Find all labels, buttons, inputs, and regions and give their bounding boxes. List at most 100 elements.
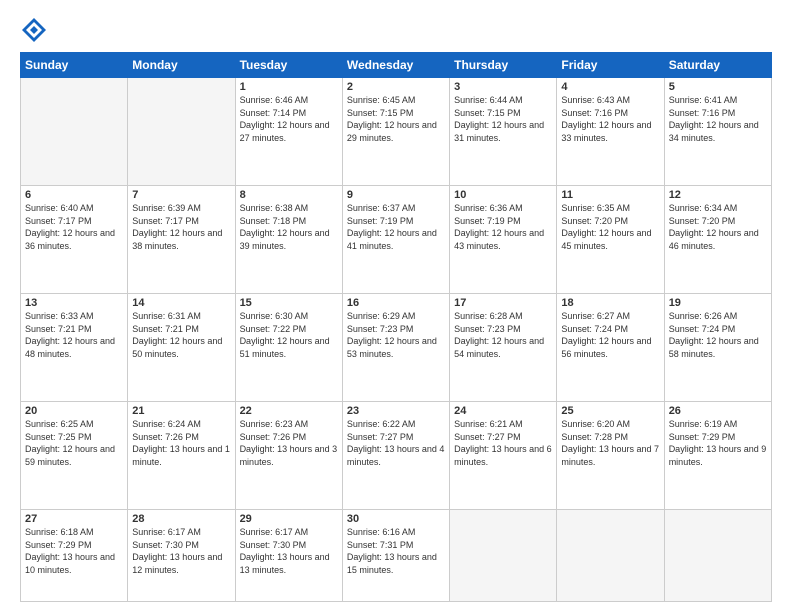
day-cell: 12Sunrise: 6:34 AM Sunset: 7:20 PM Dayli… bbox=[664, 185, 771, 293]
day-info: Sunrise: 6:22 AM Sunset: 7:27 PM Dayligh… bbox=[347, 418, 445, 468]
day-cell: 21Sunrise: 6:24 AM Sunset: 7:26 PM Dayli… bbox=[128, 401, 235, 509]
day-number: 23 bbox=[347, 405, 445, 417]
day-number: 5 bbox=[669, 81, 767, 93]
day-cell: 3Sunrise: 6:44 AM Sunset: 7:15 PM Daylig… bbox=[450, 78, 557, 186]
day-number: 28 bbox=[132, 513, 230, 525]
day-info: Sunrise: 6:34 AM Sunset: 7:20 PM Dayligh… bbox=[669, 202, 767, 252]
day-cell: 13Sunrise: 6:33 AM Sunset: 7:21 PM Dayli… bbox=[21, 293, 128, 401]
day-info: Sunrise: 6:29 AM Sunset: 7:23 PM Dayligh… bbox=[347, 310, 445, 360]
day-cell: 11Sunrise: 6:35 AM Sunset: 7:20 PM Dayli… bbox=[557, 185, 664, 293]
day-number: 16 bbox=[347, 297, 445, 309]
page: SundayMondayTuesdayWednesdayThursdayFrid… bbox=[0, 0, 792, 612]
day-cell: 30Sunrise: 6:16 AM Sunset: 7:31 PM Dayli… bbox=[342, 509, 449, 601]
day-cell: 27Sunrise: 6:18 AM Sunset: 7:29 PM Dayli… bbox=[21, 509, 128, 601]
week-row-2: 6Sunrise: 6:40 AM Sunset: 7:17 PM Daylig… bbox=[21, 185, 772, 293]
day-info: Sunrise: 6:44 AM Sunset: 7:15 PM Dayligh… bbox=[454, 94, 552, 144]
day-cell bbox=[128, 78, 235, 186]
day-number: 14 bbox=[132, 297, 230, 309]
day-cell: 28Sunrise: 6:17 AM Sunset: 7:30 PM Dayli… bbox=[128, 509, 235, 601]
day-cell: 8Sunrise: 6:38 AM Sunset: 7:18 PM Daylig… bbox=[235, 185, 342, 293]
day-number: 8 bbox=[240, 189, 338, 201]
day-info: Sunrise: 6:25 AM Sunset: 7:25 PM Dayligh… bbox=[25, 418, 123, 468]
day-info: Sunrise: 6:30 AM Sunset: 7:22 PM Dayligh… bbox=[240, 310, 338, 360]
day-cell: 15Sunrise: 6:30 AM Sunset: 7:22 PM Dayli… bbox=[235, 293, 342, 401]
day-cell: 6Sunrise: 6:40 AM Sunset: 7:17 PM Daylig… bbox=[21, 185, 128, 293]
day-info: Sunrise: 6:31 AM Sunset: 7:21 PM Dayligh… bbox=[132, 310, 230, 360]
header-row: SundayMondayTuesdayWednesdayThursdayFrid… bbox=[21, 53, 772, 78]
week-row-4: 20Sunrise: 6:25 AM Sunset: 7:25 PM Dayli… bbox=[21, 401, 772, 509]
day-cell bbox=[21, 78, 128, 186]
day-cell: 2Sunrise: 6:45 AM Sunset: 7:15 PM Daylig… bbox=[342, 78, 449, 186]
day-cell: 5Sunrise: 6:41 AM Sunset: 7:16 PM Daylig… bbox=[664, 78, 771, 186]
day-cell: 29Sunrise: 6:17 AM Sunset: 7:30 PM Dayli… bbox=[235, 509, 342, 601]
day-info: Sunrise: 6:23 AM Sunset: 7:26 PM Dayligh… bbox=[240, 418, 338, 468]
day-info: Sunrise: 6:43 AM Sunset: 7:16 PM Dayligh… bbox=[561, 94, 659, 144]
day-info: Sunrise: 6:21 AM Sunset: 7:27 PM Dayligh… bbox=[454, 418, 552, 468]
week-row-1: 1Sunrise: 6:46 AM Sunset: 7:14 PM Daylig… bbox=[21, 78, 772, 186]
day-info: Sunrise: 6:40 AM Sunset: 7:17 PM Dayligh… bbox=[25, 202, 123, 252]
col-header-monday: Monday bbox=[128, 53, 235, 78]
logo bbox=[20, 16, 52, 44]
day-number: 18 bbox=[561, 297, 659, 309]
day-cell: 25Sunrise: 6:20 AM Sunset: 7:28 PM Dayli… bbox=[557, 401, 664, 509]
day-cell: 10Sunrise: 6:36 AM Sunset: 7:19 PM Dayli… bbox=[450, 185, 557, 293]
day-number: 22 bbox=[240, 405, 338, 417]
col-header-sunday: Sunday bbox=[21, 53, 128, 78]
week-row-5: 27Sunrise: 6:18 AM Sunset: 7:29 PM Dayli… bbox=[21, 509, 772, 601]
day-number: 12 bbox=[669, 189, 767, 201]
day-number: 25 bbox=[561, 405, 659, 417]
day-number: 11 bbox=[561, 189, 659, 201]
day-cell: 23Sunrise: 6:22 AM Sunset: 7:27 PM Dayli… bbox=[342, 401, 449, 509]
day-number: 24 bbox=[454, 405, 552, 417]
day-number: 10 bbox=[454, 189, 552, 201]
day-info: Sunrise: 6:17 AM Sunset: 7:30 PM Dayligh… bbox=[240, 526, 338, 576]
day-cell: 1Sunrise: 6:46 AM Sunset: 7:14 PM Daylig… bbox=[235, 78, 342, 186]
day-info: Sunrise: 6:20 AM Sunset: 7:28 PM Dayligh… bbox=[561, 418, 659, 468]
calendar: SundayMondayTuesdayWednesdayThursdayFrid… bbox=[20, 52, 772, 602]
day-info: Sunrise: 6:24 AM Sunset: 7:26 PM Dayligh… bbox=[132, 418, 230, 468]
day-number: 9 bbox=[347, 189, 445, 201]
day-number: 3 bbox=[454, 81, 552, 93]
col-header-saturday: Saturday bbox=[664, 53, 771, 78]
day-number: 30 bbox=[347, 513, 445, 525]
day-number: 17 bbox=[454, 297, 552, 309]
col-header-thursday: Thursday bbox=[450, 53, 557, 78]
header bbox=[20, 16, 772, 44]
day-cell: 4Sunrise: 6:43 AM Sunset: 7:16 PM Daylig… bbox=[557, 78, 664, 186]
day-cell bbox=[664, 509, 771, 601]
day-info: Sunrise: 6:39 AM Sunset: 7:17 PM Dayligh… bbox=[132, 202, 230, 252]
day-cell: 18Sunrise: 6:27 AM Sunset: 7:24 PM Dayli… bbox=[557, 293, 664, 401]
day-number: 1 bbox=[240, 81, 338, 93]
day-info: Sunrise: 6:33 AM Sunset: 7:21 PM Dayligh… bbox=[25, 310, 123, 360]
day-info: Sunrise: 6:28 AM Sunset: 7:23 PM Dayligh… bbox=[454, 310, 552, 360]
day-cell: 16Sunrise: 6:29 AM Sunset: 7:23 PM Dayli… bbox=[342, 293, 449, 401]
day-cell: 19Sunrise: 6:26 AM Sunset: 7:24 PM Dayli… bbox=[664, 293, 771, 401]
day-info: Sunrise: 6:36 AM Sunset: 7:19 PM Dayligh… bbox=[454, 202, 552, 252]
day-number: 29 bbox=[240, 513, 338, 525]
week-row-3: 13Sunrise: 6:33 AM Sunset: 7:21 PM Dayli… bbox=[21, 293, 772, 401]
day-number: 6 bbox=[25, 189, 123, 201]
day-cell: 20Sunrise: 6:25 AM Sunset: 7:25 PM Dayli… bbox=[21, 401, 128, 509]
day-info: Sunrise: 6:45 AM Sunset: 7:15 PM Dayligh… bbox=[347, 94, 445, 144]
logo-icon bbox=[20, 16, 48, 44]
day-number: 4 bbox=[561, 81, 659, 93]
day-cell: 9Sunrise: 6:37 AM Sunset: 7:19 PM Daylig… bbox=[342, 185, 449, 293]
day-number: 20 bbox=[25, 405, 123, 417]
day-info: Sunrise: 6:18 AM Sunset: 7:29 PM Dayligh… bbox=[25, 526, 123, 576]
day-cell: 24Sunrise: 6:21 AM Sunset: 7:27 PM Dayli… bbox=[450, 401, 557, 509]
day-info: Sunrise: 6:19 AM Sunset: 7:29 PM Dayligh… bbox=[669, 418, 767, 468]
day-number: 13 bbox=[25, 297, 123, 309]
col-header-tuesday: Tuesday bbox=[235, 53, 342, 78]
day-cell: 17Sunrise: 6:28 AM Sunset: 7:23 PM Dayli… bbox=[450, 293, 557, 401]
day-number: 26 bbox=[669, 405, 767, 417]
day-cell: 22Sunrise: 6:23 AM Sunset: 7:26 PM Dayli… bbox=[235, 401, 342, 509]
day-info: Sunrise: 6:35 AM Sunset: 7:20 PM Dayligh… bbox=[561, 202, 659, 252]
col-header-wednesday: Wednesday bbox=[342, 53, 449, 78]
day-info: Sunrise: 6:38 AM Sunset: 7:18 PM Dayligh… bbox=[240, 202, 338, 252]
day-number: 15 bbox=[240, 297, 338, 309]
day-info: Sunrise: 6:27 AM Sunset: 7:24 PM Dayligh… bbox=[561, 310, 659, 360]
day-info: Sunrise: 6:41 AM Sunset: 7:16 PM Dayligh… bbox=[669, 94, 767, 144]
day-cell bbox=[557, 509, 664, 601]
day-info: Sunrise: 6:37 AM Sunset: 7:19 PM Dayligh… bbox=[347, 202, 445, 252]
day-number: 2 bbox=[347, 81, 445, 93]
